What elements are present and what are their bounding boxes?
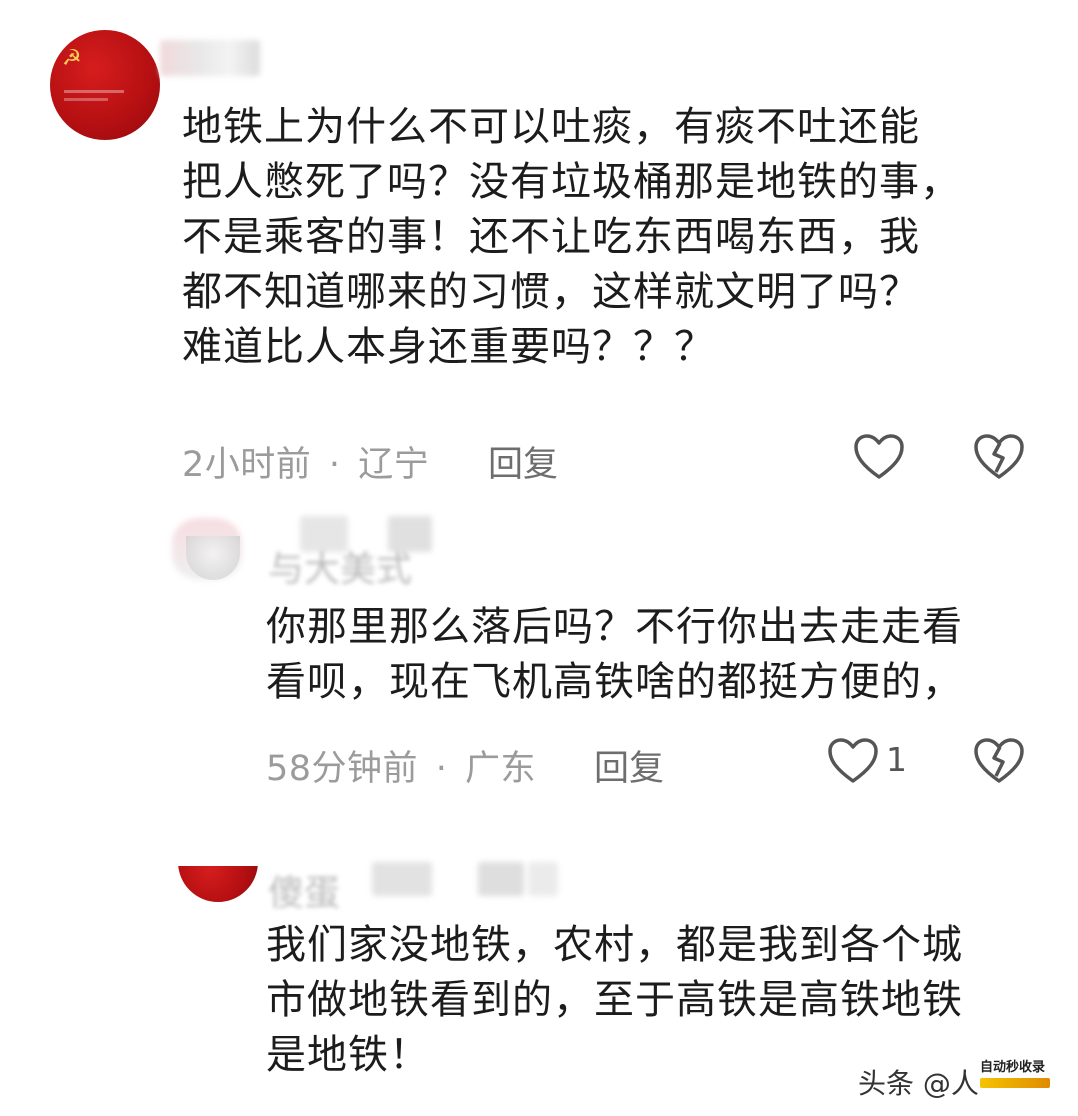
heart-icon[interactable] — [826, 736, 880, 786]
separator: · — [328, 445, 341, 485]
comment-line: 把人憋死了吗？没有垃圾桶那是地铁的事， — [182, 159, 961, 205]
comment-line: 都不知道哪来的习惯，这样就文明了吗？ — [182, 269, 920, 315]
comment-line: 市做地铁看到的，至于高铁是高铁地铁 — [266, 977, 963, 1023]
like-count: 1 — [886, 740, 907, 779]
comment-line: 看呗，现在飞机高铁啥的都挺方便的， — [266, 659, 963, 705]
broken-heart-icon[interactable] — [972, 432, 1026, 482]
comment-line: 我们家没地铁，农村，都是我到各个城 — [266, 922, 963, 968]
comment-body: 你那里那么落后吗？不行你出去走走看 看呗，现在飞机高铁啥的都挺方便的， — [266, 600, 1056, 710]
username-blurred — [478, 862, 524, 896]
comment-body: 我们家没地铁，农村，都是我到各个城 市做地铁看到的，至于高铁是高铁地铁 是地铁！ — [266, 918, 1056, 1083]
comment-line: 不是乘客的事！还不让吃东西喝东西，我 — [182, 214, 920, 260]
username-blurred — [528, 862, 558, 896]
emblem-icon: ☭ — [62, 46, 82, 71]
broken-heart-icon[interactable] — [972, 736, 1026, 786]
avatar-decoration — [64, 98, 108, 101]
comment-line: 地铁上为什么不可以吐痰，有痰不吐还能 — [182, 104, 920, 150]
comment-body: 地铁上为什么不可以吐痰，有痰不吐还能 把人憋死了吗？没有垃圾桶那是地铁的事， 不… — [182, 100, 1062, 375]
avatar-blurred — [172, 852, 262, 866]
heart-icon[interactable] — [852, 432, 906, 482]
comment-line: 你那里那么落后吗？不行你出去走走看 — [266, 604, 963, 650]
timestamp: 2小时前 — [182, 445, 312, 485]
avatar-decoration — [64, 90, 124, 93]
comment-meta: 2小时前 · 辽宁 — [182, 436, 429, 487]
location: 辽宁 — [358, 445, 430, 485]
username-blurred[interactable] — [160, 40, 260, 76]
watermark-logo: 自动秒收录 — [980, 1056, 1066, 1090]
timestamp: 58分钟前 — [266, 749, 419, 789]
watermark-text: 头条 @人 — [858, 1067, 979, 1100]
avatar[interactable]: ☭ — [50, 30, 160, 140]
location: 广东 — [464, 749, 536, 789]
separator: · — [435, 749, 448, 789]
username-blurred — [372, 862, 432, 896]
watermark-logo-text: 自动秒收录 — [980, 1060, 1046, 1075]
comment-meta: 58分钟前 · 广东 — [266, 740, 536, 791]
comment-line: 难道比人本身还重要吗？？？ — [182, 324, 715, 370]
reply-button[interactable]: 回复 — [488, 436, 558, 487]
username[interactable]: 与大美式 — [268, 540, 412, 592]
watermark-logo-bar — [980, 1078, 1050, 1088]
username[interactable]: 傻蛋 — [268, 864, 340, 916]
reply-button[interactable]: 回复 — [594, 740, 664, 791]
